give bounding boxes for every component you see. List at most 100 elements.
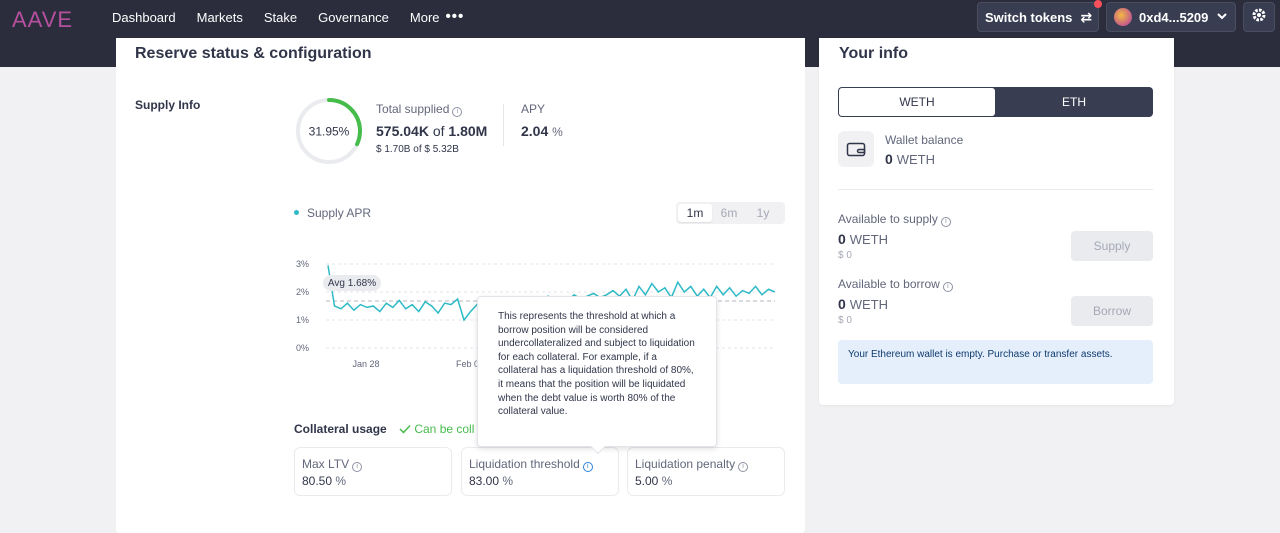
check-icon <box>399 422 414 436</box>
liquidation-threshold-tooltip: This represents the threshold at which a… <box>477 296 717 455</box>
liquidation-penalty-number: 5.00 <box>635 474 659 488</box>
divider <box>503 104 504 146</box>
total-supplied-label-text: Total supplied <box>376 102 450 116</box>
supply-info-label: Supply Info <box>135 98 201 112</box>
available-supply-label: Available to supply i <box>838 212 951 227</box>
legend-dot-icon <box>294 210 299 215</box>
tab-eth[interactable]: ETH <box>996 88 1152 116</box>
divider <box>838 189 1153 190</box>
max-ltv-number: 80.50 <box>302 474 333 488</box>
usd-cap: $ 5.32B <box>424 144 459 155</box>
your-info-title: Your info <box>839 45 909 62</box>
top-navigation-bar: AAVE Dashboard Markets Stake Governance … <box>0 0 1280 38</box>
nav-governance[interactable]: Governance <box>318 10 389 25</box>
range-1y[interactable]: 1y <box>746 204 780 222</box>
legend-label: Supply APR <box>307 206 372 220</box>
available-borrow-number: 0 <box>838 296 846 312</box>
switch-tokens-button[interactable]: Switch tokens ⇄ <box>977 0 1102 32</box>
max-ltv-label-text: Max LTV <box>302 457 350 471</box>
info-icon[interactable]: i <box>352 462 363 472</box>
total-supplied-usd: $ 1.70B of $ 5.32B <box>376 144 459 155</box>
notification-dot <box>1094 0 1102 8</box>
total-supplied-cap: 1.80M <box>448 123 488 139</box>
gear-icon <box>1251 7 1267 28</box>
chart-legend: Supply APR <box>294 206 371 220</box>
info-icon[interactable]: i <box>452 107 463 117</box>
apy-label: APY <box>521 102 546 116</box>
wallet-button[interactable]: 0xd4...5209 <box>1106 2 1236 32</box>
total-supplied-value: 575.04K of 1.80M <box>376 123 487 139</box>
tooltip-text: This represents the threshold at which a… <box>498 311 695 418</box>
nav-more[interactable]: More ••• <box>410 8 465 26</box>
available-supply-value: 0 WETH <box>838 231 888 247</box>
available-borrow-usd: $ 0 <box>838 315 852 326</box>
range-6m[interactable]: 6m <box>712 204 746 222</box>
available-borrow-label: Available to borrow i <box>838 277 953 292</box>
avatar <box>1114 8 1132 26</box>
max-ltv-value: 80.50 % <box>302 474 346 488</box>
nav-dashboard[interactable]: Dashboard <box>112 10 176 25</box>
wallet-balance-token: WETH <box>896 152 935 167</box>
nav-stake[interactable]: Stake <box>264 10 297 25</box>
apy-value: 2.04 % <box>521 123 563 139</box>
supply-button[interactable]: Supply <box>1071 231 1153 261</box>
range-1m[interactable]: 1m <box>678 204 712 222</box>
available-borrow-label-text: Available to borrow <box>838 277 940 291</box>
main-nav: Dashboard Markets Stake Governance More •… <box>112 0 485 35</box>
tab-weth[interactable]: WETH <box>839 88 995 116</box>
wallet-balance-label: Wallet balance <box>885 133 964 147</box>
available-borrow-token: WETH <box>849 297 888 312</box>
usd-of-label: of <box>413 144 422 155</box>
total-supplied-label: Total supplied i <box>376 102 463 117</box>
liquidation-threshold-label-text: Liquidation threshold <box>469 457 580 471</box>
utilization-ring: 31.95% <box>296 98 362 164</box>
empty-wallet-notice: Your Ethereum wallet is empty. Purchase … <box>838 340 1153 384</box>
collateral-status: Can be coll <box>399 422 474 436</box>
liquidation-threshold-label: Liquidation threshold i <box>469 457 593 472</box>
swap-arrows-icon: ⇄ <box>1080 8 1093 25</box>
wallet-address: 0xd4...5209 <box>1139 9 1209 25</box>
available-supply-label-text: Available to supply <box>838 212 938 226</box>
max-ltv-box: Max LTV i 80.50 % <box>294 447 452 496</box>
apy-number: 2.04 <box>521 123 549 139</box>
more-dots-icon: ••• <box>445 8 465 25</box>
liquidation-penalty-box: Liquidation penalty i 5.00 % <box>627 447 785 496</box>
settings-button[interactable] <box>1243 2 1275 32</box>
average-label: Avg 1.68% <box>328 278 376 289</box>
y-tick-label: 1% <box>296 315 309 325</box>
info-icon[interactable]: i <box>738 462 749 472</box>
usd-amount: $ 1.70B <box>376 144 411 155</box>
info-icon[interactable]: i <box>940 217 951 227</box>
available-supply-token: WETH <box>849 232 888 247</box>
liquidation-penalty-label: Liquidation penalty i <box>635 457 749 472</box>
aave-logo[interactable]: AAVE <box>12 7 73 33</box>
x-tick-label: Jan 28 <box>352 359 379 369</box>
liquidation-penalty-label-text: Liquidation penalty <box>635 457 736 471</box>
of-label: of <box>432 123 445 139</box>
y-tick-label: 0% <box>296 343 309 353</box>
average-tag: Avg 1.68% <box>323 274 381 291</box>
liquidation-penalty-value: 5.00 % <box>635 474 672 488</box>
info-icon[interactable]: i <box>582 462 593 472</box>
wallet-balance-value: 0 WETH <box>885 151 935 167</box>
total-supplied-amount: 575.04K <box>376 123 429 139</box>
utilization-percent: 31.95% <box>309 125 350 139</box>
collateral-usage-label: Collateral usage <box>294 422 387 436</box>
liquidation-threshold-number: 83.00 <box>469 474 500 488</box>
collateral-status-text: Can be coll <box>414 422 475 436</box>
reserve-title: Reserve status & configuration <box>135 45 372 62</box>
wallet-icon <box>838 131 874 167</box>
percent-sign: % <box>661 474 673 488</box>
borrow-button[interactable]: Borrow <box>1071 296 1153 326</box>
nav-markets[interactable]: Markets <box>197 10 243 25</box>
liquidation-threshold-box: Liquidation threshold i 83.00 % <box>461 447 619 496</box>
available-supply-number: 0 <box>838 231 846 247</box>
wallet-balance-number: 0 <box>885 151 893 167</box>
available-supply-usd: $ 0 <box>838 250 852 261</box>
token-toggle: WETH ETH <box>838 87 1153 117</box>
x-tick-label: Feb 0 <box>456 359 479 369</box>
apy-percent: % <box>552 125 563 139</box>
y-tick-label: 2% <box>296 287 309 297</box>
info-icon[interactable]: i <box>942 282 953 292</box>
switch-tokens-label: Switch tokens <box>985 9 1073 25</box>
